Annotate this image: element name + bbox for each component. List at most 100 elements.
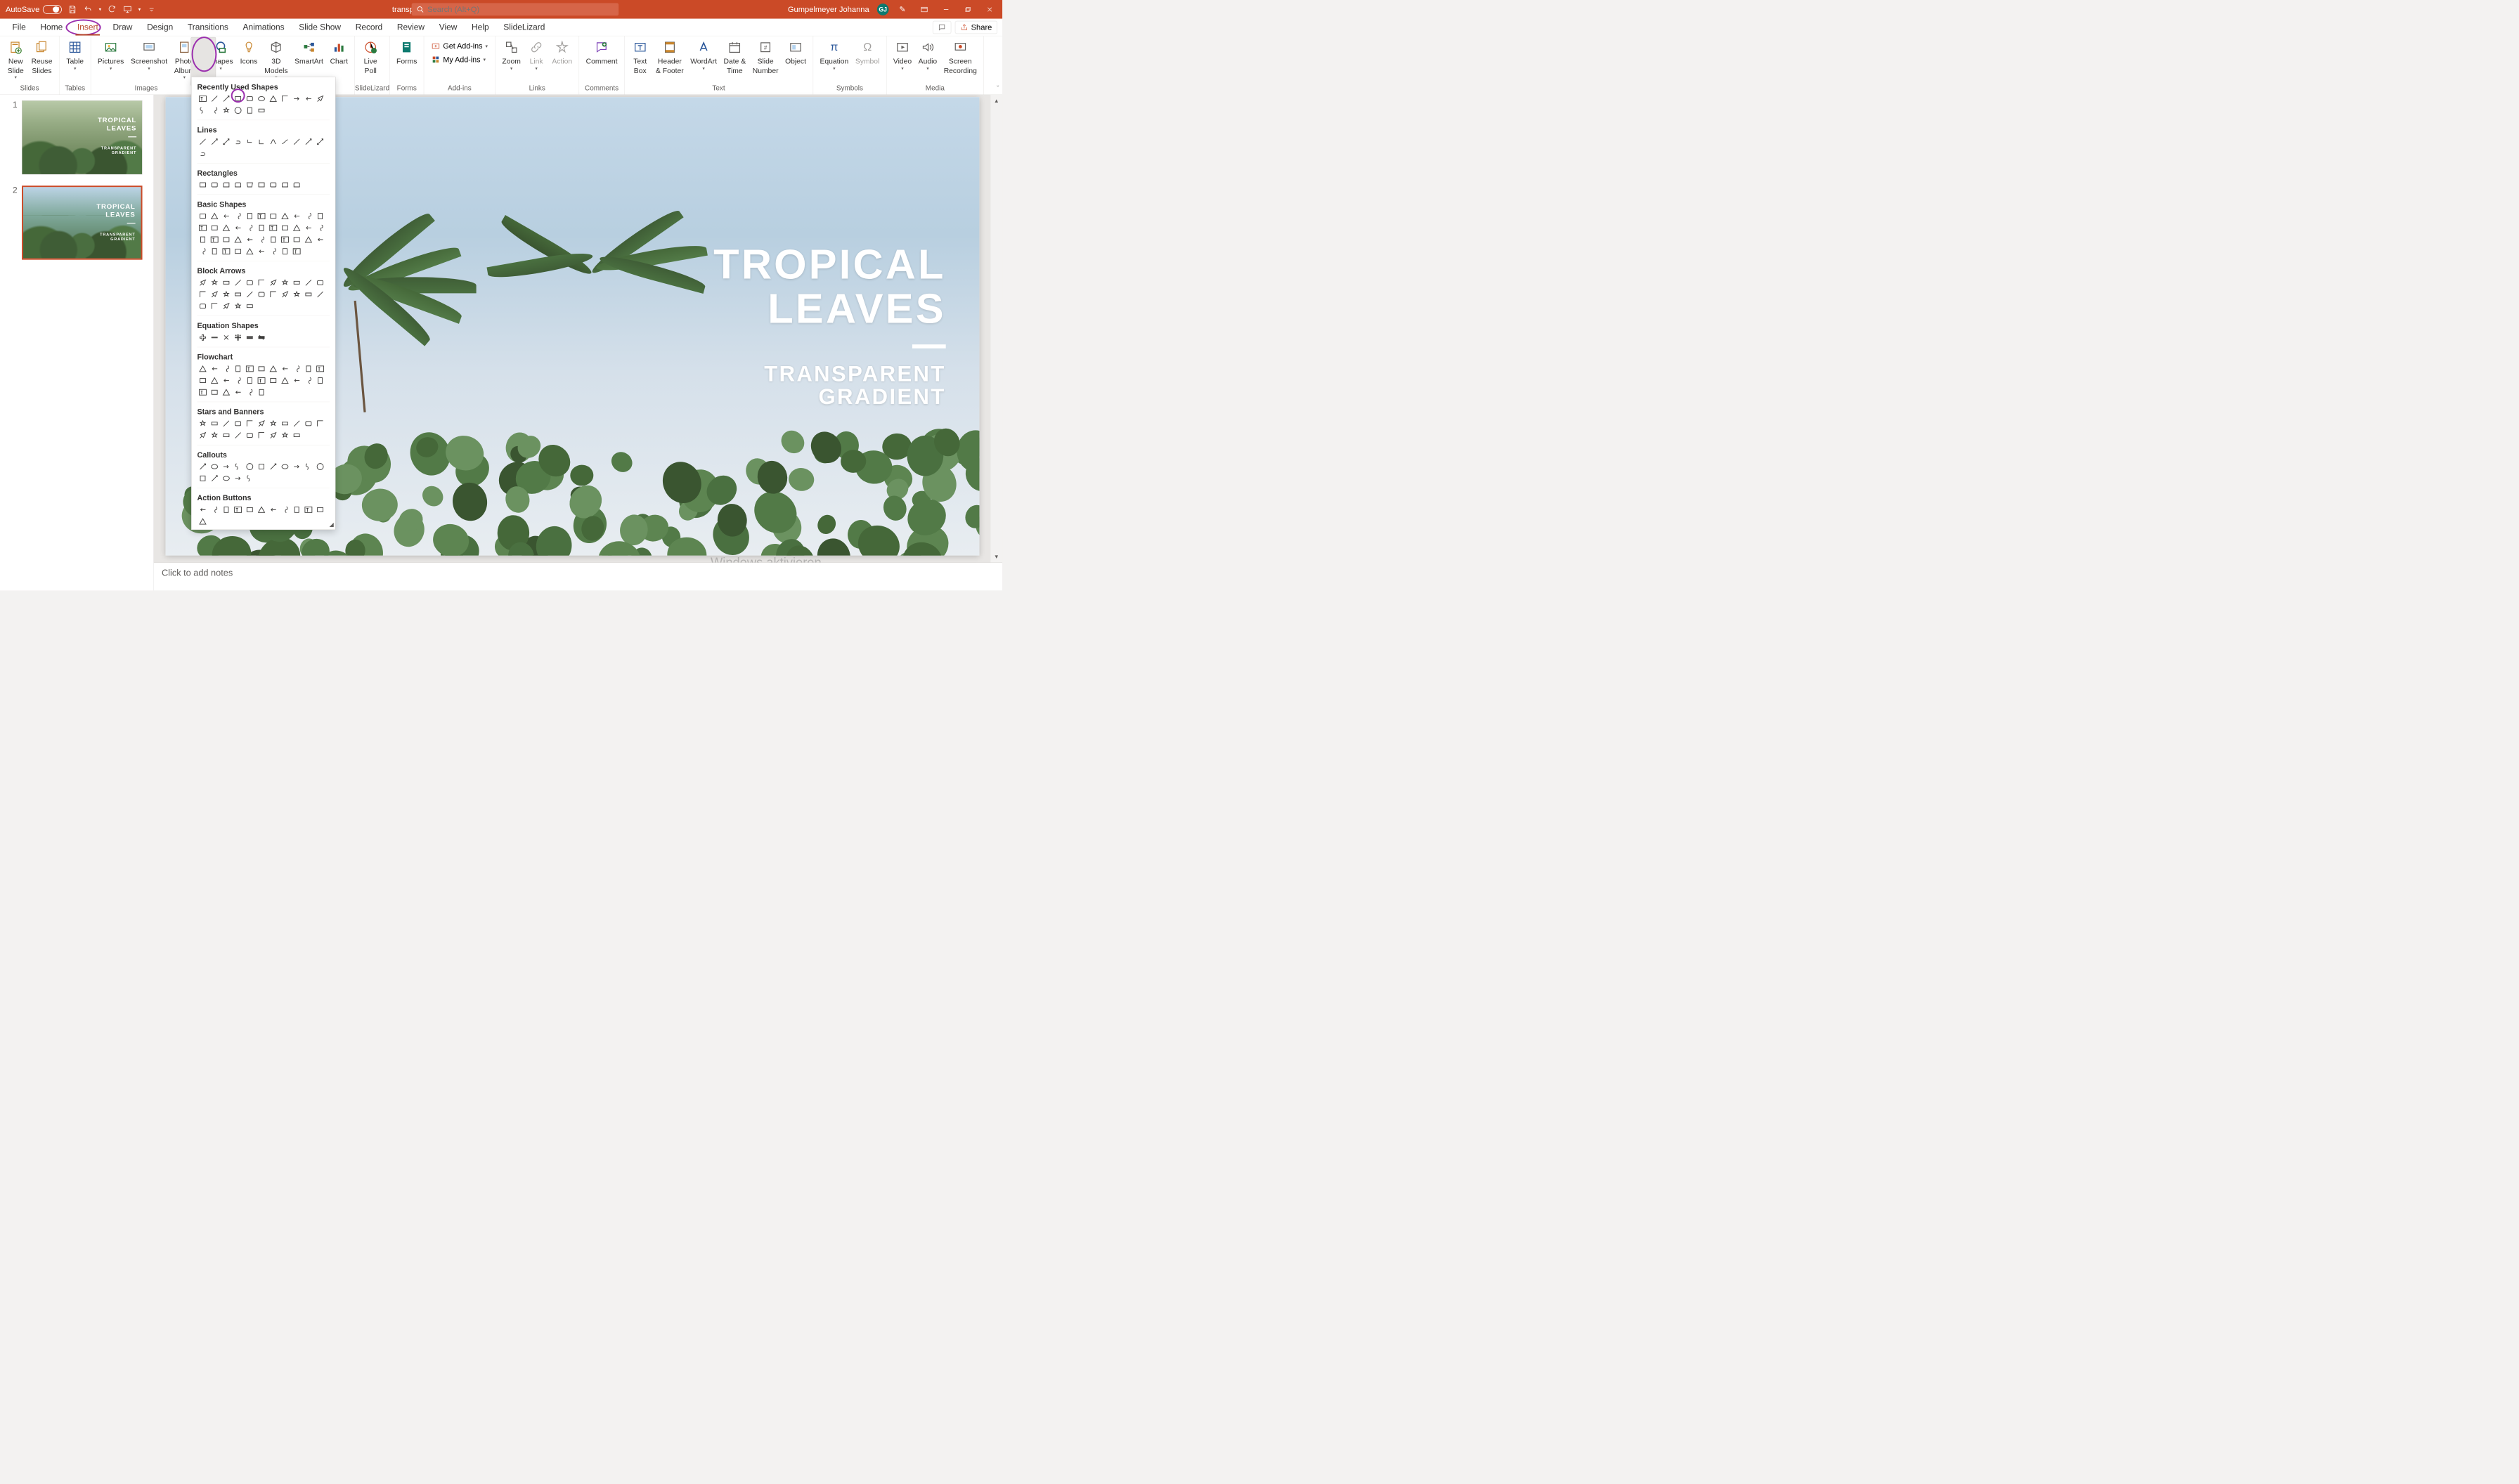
shape-item[interactable] <box>221 363 232 375</box>
live-poll-button[interactable]: LivePoll <box>358 38 383 77</box>
search-field[interactable] <box>427 5 614 14</box>
shape-item[interactable] <box>256 277 267 288</box>
maximize-icon[interactable] <box>960 4 976 15</box>
screen-rec-button[interactable]: ScreenRecording <box>940 38 980 77</box>
shape-item[interactable] <box>233 332 244 343</box>
shape-item[interactable] <box>233 222 244 233</box>
shape-item[interactable] <box>256 234 267 245</box>
shape-item[interactable] <box>244 418 255 429</box>
shape-item[interactable] <box>221 332 232 343</box>
tab-slideshow[interactable]: Slide Show <box>292 18 348 36</box>
shape-item[interactable] <box>209 504 220 515</box>
shape-item[interactable] <box>315 222 326 233</box>
shape-item[interactable] <box>209 222 220 233</box>
slide-title-text[interactable]: TROPICAL LEAVES TRANSPARENT GRADIENT <box>713 242 946 408</box>
scroll-down-icon[interactable]: ▾ <box>990 551 1002 563</box>
shape-item[interactable] <box>315 504 326 515</box>
shape-item[interactable] <box>244 301 255 312</box>
shape-item[interactable] <box>244 246 255 257</box>
shape-item[interactable] <box>315 363 326 375</box>
tab-review[interactable]: Review <box>390 18 432 36</box>
shape-item[interactable] <box>233 105 244 116</box>
shape-item[interactable] <box>268 211 279 222</box>
shape-item[interactable] <box>268 430 279 441</box>
customize-qat-icon[interactable] <box>146 4 156 14</box>
slide-thumbnail-2[interactable]: TROPICALLEAVESTRANSPARENTGRADIENT <box>22 186 143 259</box>
shape-item[interactable] <box>280 136 291 148</box>
shape-item[interactable] <box>221 93 232 105</box>
shape-item[interactable] <box>268 277 279 288</box>
shape-item[interactable] <box>303 211 314 222</box>
shape-item[interactable] <box>221 301 232 312</box>
comment-button[interactable]: Comment <box>583 38 621 67</box>
shape-item[interactable] <box>197 179 209 190</box>
shape-item[interactable] <box>221 211 232 222</box>
shape-item[interactable] <box>244 277 255 288</box>
shape-item[interactable] <box>268 222 279 233</box>
shape-item[interactable] <box>256 289 267 300</box>
shape-item[interactable] <box>280 375 291 386</box>
shape-item[interactable] <box>280 246 291 257</box>
shape-item[interactable] <box>303 363 314 375</box>
shape-item[interactable] <box>233 93 244 105</box>
shape-item[interactable] <box>197 473 209 484</box>
shape-item[interactable] <box>197 375 209 386</box>
date-time-button[interactable]: Date &Time <box>720 38 749 77</box>
shape-item[interactable] <box>268 375 279 386</box>
shape-item[interactable] <box>221 386 232 398</box>
my-addins-button[interactable]: My Add-ins▾ <box>427 54 490 65</box>
shape-item[interactable] <box>244 289 255 300</box>
shape-item[interactable] <box>197 93 209 105</box>
shape-item[interactable] <box>233 363 244 375</box>
shape-item[interactable] <box>256 504 267 515</box>
shape-item[interactable] <box>244 179 255 190</box>
get-addins-button[interactable]: Get Add-ins▾ <box>427 41 492 52</box>
shape-item[interactable] <box>256 136 267 148</box>
tab-slidelizard[interactable]: SlideLizard <box>496 18 552 36</box>
comments-button[interactable] <box>933 21 951 34</box>
shape-item[interactable] <box>233 136 244 148</box>
smartart-button[interactable]: SmartArt <box>291 38 326 67</box>
shape-item[interactable] <box>221 375 232 386</box>
vertical-scrollbar[interactable]: ▴ ▾ <box>990 95 1002 563</box>
collapse-ribbon-icon[interactable]: ˇ <box>997 84 999 92</box>
shape-item[interactable] <box>268 136 279 148</box>
shape-item[interactable] <box>197 301 209 312</box>
shape-item[interactable] <box>256 430 267 441</box>
shape-item[interactable] <box>197 234 209 245</box>
shape-item[interactable] <box>291 222 302 233</box>
shape-item[interactable] <box>209 301 220 312</box>
notes-panel[interactable]: Click to add notes <box>154 563 1002 591</box>
shape-item[interactable] <box>315 461 326 472</box>
shape-item[interactable] <box>209 332 220 343</box>
tab-design[interactable]: Design <box>140 18 181 36</box>
shape-item[interactable] <box>303 375 314 386</box>
shape-item[interactable] <box>197 504 209 515</box>
shape-item[interactable] <box>233 234 244 245</box>
undo-icon[interactable] <box>83 4 93 14</box>
shape-item[interactable] <box>291 375 302 386</box>
shape-item[interactable] <box>244 504 255 515</box>
shape-item[interactable] <box>303 504 314 515</box>
tab-home[interactable]: Home <box>33 18 70 36</box>
shape-item[interactable] <box>233 246 244 257</box>
icons-button[interactable]: Icons <box>236 38 261 67</box>
shape-item[interactable] <box>303 289 314 300</box>
forms-button[interactable]: Forms <box>393 38 420 67</box>
shape-item[interactable] <box>221 277 232 288</box>
close-icon[interactable] <box>982 4 998 15</box>
shape-item[interactable] <box>221 136 232 148</box>
shape-item[interactable] <box>268 93 279 105</box>
shape-item[interactable] <box>291 461 302 472</box>
shape-item[interactable] <box>268 289 279 300</box>
shape-item[interactable] <box>280 430 291 441</box>
shape-item[interactable] <box>303 277 314 288</box>
shape-item[interactable] <box>268 179 279 190</box>
shape-item[interactable] <box>268 234 279 245</box>
shape-item[interactable] <box>197 430 209 441</box>
shape-item[interactable] <box>209 430 220 441</box>
shape-item[interactable] <box>209 473 220 484</box>
tab-animations[interactable]: Animations <box>235 18 292 36</box>
shape-item[interactable] <box>291 504 302 515</box>
shape-item[interactable] <box>256 222 267 233</box>
